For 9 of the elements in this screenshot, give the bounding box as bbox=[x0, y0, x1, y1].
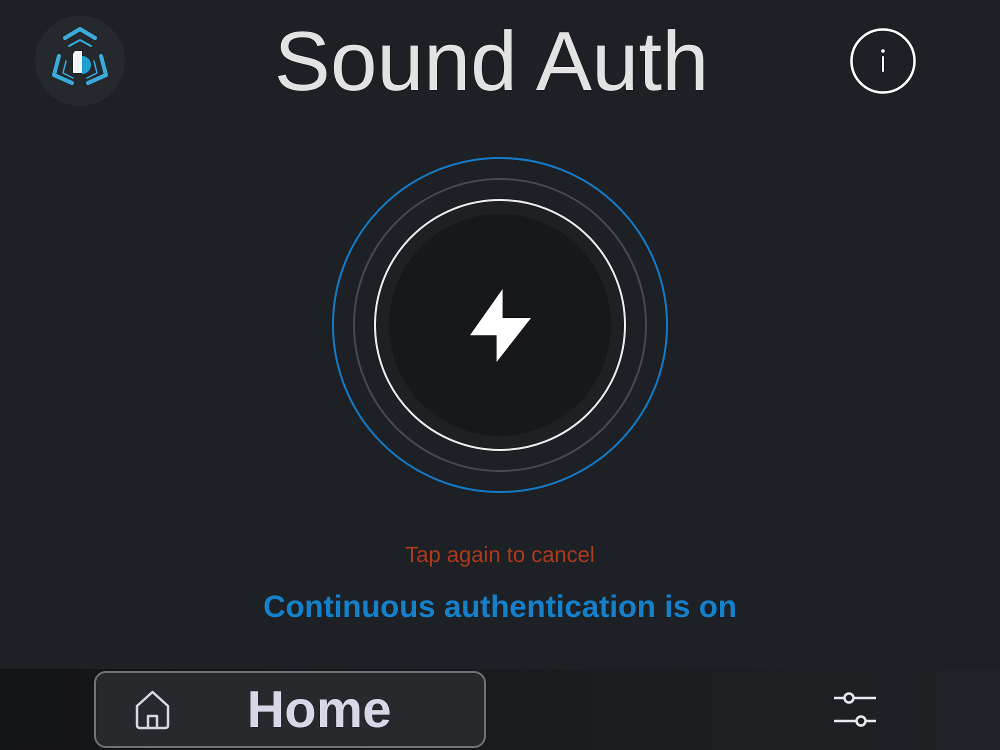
house-icon bbox=[134, 689, 171, 730]
sliders-icon bbox=[834, 690, 876, 730]
lightning-icon bbox=[470, 288, 530, 362]
app-title: Sound Auth bbox=[274, 19, 709, 103]
hint-text: Tap again to cancel bbox=[405, 541, 595, 569]
status-text: Continuous authentication is on bbox=[263, 589, 737, 625]
logo-icon bbox=[35, 16, 125, 106]
nav-tab[interactable]: Home bbox=[94, 671, 486, 748]
info-icon[interactable] bbox=[850, 28, 916, 94]
